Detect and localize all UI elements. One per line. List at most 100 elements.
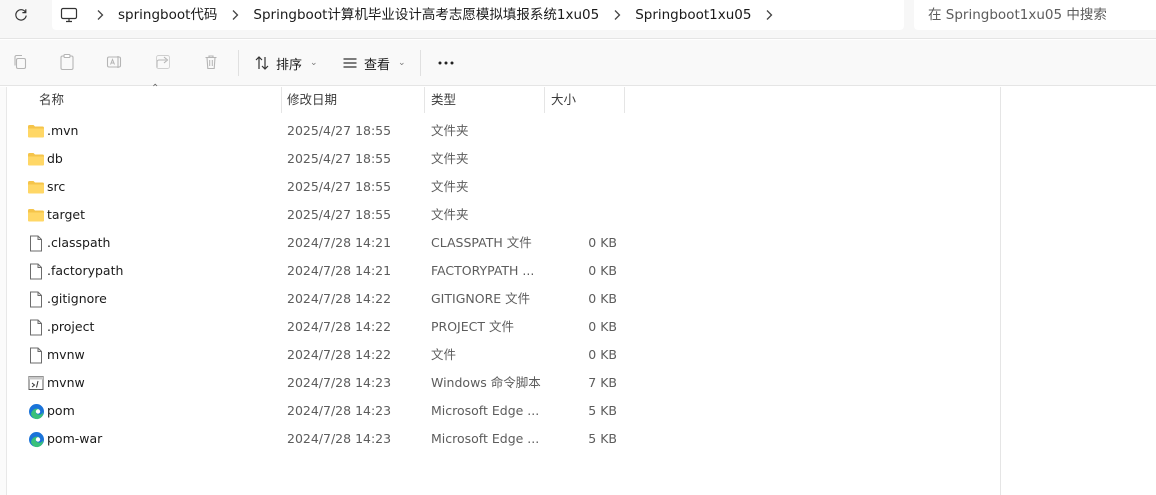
delete-button[interactable] <box>201 52 221 72</box>
this-pc-button[interactable] <box>52 7 86 23</box>
file-icon <box>27 262 45 280</box>
share-button[interactable] <box>153 52 173 72</box>
file-name: db <box>47 151 63 166</box>
view-list-icon <box>343 58 357 68</box>
share-icon <box>156 55 170 69</box>
file-type: Windows 命令脚本 <box>431 375 541 390</box>
file-name: .gitignore <box>47 291 107 306</box>
file-type: 文件夹 <box>431 151 469 166</box>
file-icon <box>27 290 45 308</box>
file-icon <box>27 234 45 252</box>
this-pc-icon <box>60 7 78 23</box>
chevron-down-icon: ⌄ <box>398 58 406 68</box>
rename-icon <box>106 56 122 68</box>
edge-icon <box>27 402 45 420</box>
file-type: Microsoft Edge ... <box>431 431 540 446</box>
view-label: 查看 <box>364 57 391 73</box>
file-type: GITIGNORE 文件 <box>431 291 531 306</box>
more-options-button[interactable] <box>434 52 458 74</box>
file-list: ⌃ 名称 修改日期 类型 大小 .mvn 2025/4/27 18:55 文件夹 db… <box>0 83 1000 495</box>
breadcrumb-chevron-icon[interactable] <box>221 0 249 30</box>
file-name: pom <box>47 403 75 418</box>
search-input[interactable]: 在 Springboot1xu05 中搜索 <box>914 0 1156 30</box>
folder-icon <box>27 206 45 224</box>
file-type: Microsoft Edge ... <box>431 403 540 418</box>
column-separator[interactable] <box>281 87 282 113</box>
file-row[interactable]: mvnw 2024/7/28 14:22 文件 0 KB <box>8 341 628 369</box>
file-type: PROJECT 文件 <box>431 319 514 334</box>
breadcrumb[interactable]: springboot代码 Springboot计算机毕业设计高考志愿模拟填报系统… <box>52 0 904 30</box>
file-type: 文件 <box>431 347 457 362</box>
file-explorer-window: springboot代码 Springboot计算机毕业设计高考志愿模拟填报系统… <box>0 0 1156 495</box>
paste-icon <box>60 53 74 71</box>
sort-label: 排序 <box>276 57 303 73</box>
file-row[interactable]: db 2025/4/27 18:55 文件夹 <box>8 145 628 173</box>
column-header-name[interactable]: 名称 <box>39 87 64 113</box>
file-name: .project <box>47 319 95 334</box>
details-pane-divider <box>1000 87 1001 495</box>
folder-icon <box>27 178 45 196</box>
breadcrumb-segment-springboot-code[interactable]: springboot代码 <box>114 0 221 30</box>
column-separator[interactable] <box>624 87 625 113</box>
file-modified-date: 2024/7/28 14:23 <box>287 403 392 418</box>
file-name: .factorypath <box>47 263 124 278</box>
file-row[interactable]: pom-war 2024/7/28 14:23 Microsoft Edge ...… <box>8 425 628 453</box>
file-row[interactable]: .project 2024/7/28 14:22 PROJECT 文件 0 KB <box>8 313 628 341</box>
toolbar-divider <box>420 50 421 76</box>
file-name: mvnw <box>47 375 85 390</box>
file-type: FACTORYPATH ... <box>431 263 535 278</box>
file-size: 0 KB <box>588 347 617 362</box>
chevron-down-icon: ⌄ <box>310 58 318 68</box>
column-header-type[interactable]: 类型 <box>431 87 456 113</box>
paste-button[interactable] <box>57 52 77 72</box>
breadcrumb-chevron-icon[interactable] <box>86 0 114 30</box>
file-modified-date: 2024/7/28 14:21 <box>287 235 392 250</box>
file-size <box>545 173 617 201</box>
file-type: 文件夹 <box>431 179 469 194</box>
file-row[interactable]: .classpath 2024/7/28 14:21 CLASSPATH 文件 0 K… <box>8 229 628 257</box>
breadcrumb-segment-project-folder[interactable]: Springboot计算机毕业设计高考志愿模拟填报系统1xu05 <box>249 0 603 30</box>
sort-icon <box>255 56 269 70</box>
file-row[interactable]: pom 2024/7/28 14:23 Microsoft Edge ... 5 KB <box>8 397 628 425</box>
sort-dropdown[interactable]: 排序 ⌄ <box>254 50 318 76</box>
file-modified-date: 2025/4/27 18:55 <box>287 151 392 166</box>
file-modified-date: 2024/7/28 14:21 <box>287 263 392 278</box>
copy-icon <box>14 54 27 70</box>
file-row[interactable]: mvnw 2024/7/28 14:23 Windows 命令脚本 7 KB <box>8 369 628 397</box>
column-separator[interactable] <box>544 87 545 113</box>
file-modified-date: 2025/4/27 18:55 <box>287 179 392 194</box>
more-icon <box>438 61 454 65</box>
file-icon <box>27 346 45 364</box>
breadcrumb-segment-current-folder[interactable]: Springboot1xu05 <box>631 0 755 30</box>
column-header-modified[interactable]: 修改日期 <box>287 87 337 113</box>
file-row[interactable]: .factorypath 2024/7/28 14:21 FACTORYPATH .… <box>8 257 628 285</box>
file-size: 0 KB <box>588 319 617 334</box>
file-modified-date: 2025/4/27 18:55 <box>287 207 392 222</box>
file-type: 文件夹 <box>431 207 469 222</box>
column-separator[interactable] <box>424 87 425 113</box>
column-header-size[interactable]: 大小 <box>551 87 576 113</box>
copy-button[interactable] <box>10 52 30 72</box>
file-modified-date: 2025/4/27 18:55 <box>287 123 392 138</box>
breadcrumb-chevron-icon[interactable] <box>603 0 631 30</box>
file-name: target <box>47 207 86 222</box>
file-row[interactable]: .mvn 2025/4/27 18:55 文件夹 <box>8 117 628 145</box>
file-type: 文件夹 <box>431 123 469 138</box>
file-modified-date: 2024/7/28 14:23 <box>287 375 392 390</box>
file-row[interactable]: .gitignore 2024/7/28 14:22 GITIGNORE 文件 0 K… <box>8 285 628 313</box>
command-bar: 排序 ⌄ 查看 ⌄ <box>0 40 1156 86</box>
file-size: 7 KB <box>588 375 617 390</box>
file-row[interactable]: src 2025/4/27 18:55 文件夹 <box>8 173 628 201</box>
toolbar-divider <box>238 50 239 76</box>
rename-button[interactable] <box>105 52 125 72</box>
folder-icon <box>27 150 45 168</box>
file-row[interactable]: target 2025/4/27 18:55 文件夹 <box>8 201 628 229</box>
refresh-icon <box>15 9 27 21</box>
file-size <box>545 145 617 173</box>
breadcrumb-chevron-icon[interactable] <box>755 0 783 30</box>
sort-ascending-icon: ⌃ <box>151 83 160 94</box>
file-name: mvnw <box>47 347 85 362</box>
file-size <box>545 117 617 145</box>
view-dropdown[interactable]: 查看 ⌄ <box>342 50 406 76</box>
refresh-button[interactable] <box>10 4 32 26</box>
